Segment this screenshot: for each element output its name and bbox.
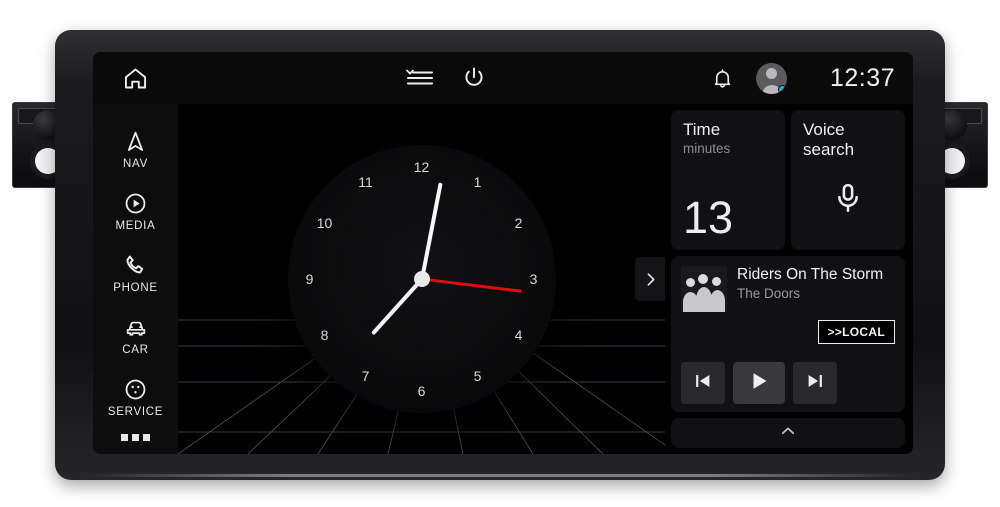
power-icon[interactable] [461, 65, 487, 91]
art-head [712, 277, 721, 286]
avatar-head [766, 67, 777, 79]
screen-bezel: 12:37 NAV MEDIA PHONE CAR SERVICE 12 1 2… [93, 52, 913, 454]
clock-numeral: 7 [361, 367, 370, 384]
sidebar-item-service[interactable]: SERVICE [93, 366, 178, 428]
track-text: Riders On The Storm The Doors [737, 266, 895, 312]
avatar-status-dot [778, 84, 787, 94]
media-play-circle-icon [123, 191, 148, 216]
clock-numeral: 8 [320, 327, 329, 343]
art-figure [710, 290, 725, 312]
sidebar-item-label: CAR [122, 344, 149, 356]
clock-numeral: 10 [316, 215, 333, 231]
microphone-icon[interactable] [831, 181, 865, 220]
dot [132, 434, 139, 441]
phone-handset-icon [123, 253, 148, 278]
clock-numeral: 1 [473, 174, 482, 190]
skip-next-icon [804, 370, 826, 397]
media-controls [681, 354, 895, 404]
art-head [686, 278, 695, 287]
notification-bell-icon[interactable] [711, 67, 734, 90]
skip-previous-icon [692, 370, 714, 397]
sidebar-item-label: MEDIA [115, 219, 156, 232]
next-track-button[interactable] [793, 362, 837, 404]
clock-numeral: 2 [514, 215, 523, 231]
track-artist: The Doors [737, 286, 801, 301]
time-widget-title: Time [683, 120, 721, 139]
clock-numeral: 5 [473, 367, 482, 384]
sidebar-item-nav[interactable]: NAV [93, 118, 178, 180]
sidebar-item-label: SERVICE [107, 405, 164, 418]
time-widget-value: 13 [683, 192, 734, 243]
sidebar-item-media[interactable]: MEDIA [93, 180, 178, 242]
sidebar-item-label: PHONE [113, 281, 158, 294]
service-dots-circle-icon [123, 377, 148, 402]
track-title: Riders On The Storm [737, 266, 884, 283]
clock-numeral: 11 [358, 174, 373, 190]
status-bar: 12:37 [93, 52, 913, 104]
clock-numeral: 12 [413, 159, 430, 175]
status-center-group [178, 65, 711, 91]
play-button[interactable] [733, 362, 785, 404]
screenshot-stage: 12:37 NAV MEDIA PHONE CAR SERVICE 12 1 2… [0, 0, 1000, 507]
sidebar-item-phone[interactable]: PHONE [93, 242, 178, 304]
voice-widget-title: Voice search [803, 120, 855, 159]
car-front-icon [123, 314, 149, 340]
right-widget-panel: Time minutes 13 Voice search Riders On T… [665, 104, 913, 454]
previous-track-button[interactable] [681, 362, 725, 404]
clock-numeral: 3 [529, 271, 538, 287]
now-playing-card[interactable]: Riders On The Storm The Doors >>LOCAL [671, 256, 905, 412]
clock-numeral: 6 [417, 383, 426, 399]
panel-drawer-handle[interactable] [671, 418, 905, 448]
navigation-arrow-icon [123, 129, 148, 154]
chevron-up-icon [779, 424, 797, 442]
time-widget-subtitle: minutes [683, 141, 731, 156]
status-bar-clock: 12:37 [829, 63, 895, 92]
more-apps-dots-icon[interactable] [121, 434, 150, 441]
sidebar-item-car[interactable]: CAR [93, 304, 178, 366]
analog-clock[interactable]: 12 1 2 3 4 5 6 7 8 9 10 11 [287, 145, 556, 413]
hamburger-menu-icon[interactable] [403, 66, 435, 90]
status-right-group: 12:37 [711, 62, 913, 94]
dot [121, 434, 128, 441]
widget-row: Time minutes 13 Voice search [671, 110, 905, 250]
voice-search-widget[interactable]: Voice search [791, 110, 905, 250]
clock-numeral: 4 [514, 327, 523, 343]
main-sidebar: NAV MEDIA PHONE CAR SERVICE [93, 104, 178, 454]
dot [143, 434, 150, 441]
sidebar-item-label: NAV [123, 157, 148, 170]
home-icon [122, 65, 149, 92]
clock-center-hub [413, 271, 430, 287]
art-head [698, 274, 708, 284]
home-button[interactable] [93, 65, 178, 92]
head-unit-body: 12:37 NAV MEDIA PHONE CAR SERVICE 12 1 2… [55, 30, 945, 480]
clock-numeral: 9 [305, 271, 314, 287]
track-row: Riders On The Storm The Doors [681, 266, 895, 312]
touchscreen[interactable]: 12:37 NAV MEDIA PHONE CAR SERVICE 12 1 2… [93, 52, 913, 454]
screen-body: NAV MEDIA PHONE CAR SERVICE 12 1 2 3 4 5… [93, 104, 913, 454]
play-icon [747, 369, 771, 398]
media-source-badge[interactable]: >>LOCAL [817, 320, 895, 344]
time-widget[interactable]: Time minutes 13 [671, 110, 785, 250]
expand-panel-button[interactable] [635, 257, 665, 301]
user-avatar[interactable] [756, 62, 787, 94]
chevron-right-icon [642, 271, 659, 288]
source-row: >>LOCAL [681, 320, 895, 344]
album-art-thumbnail [681, 266, 727, 312]
clock-home-area[interactable]: 12 1 2 3 4 5 6 7 8 9 10 11 [178, 104, 665, 454]
